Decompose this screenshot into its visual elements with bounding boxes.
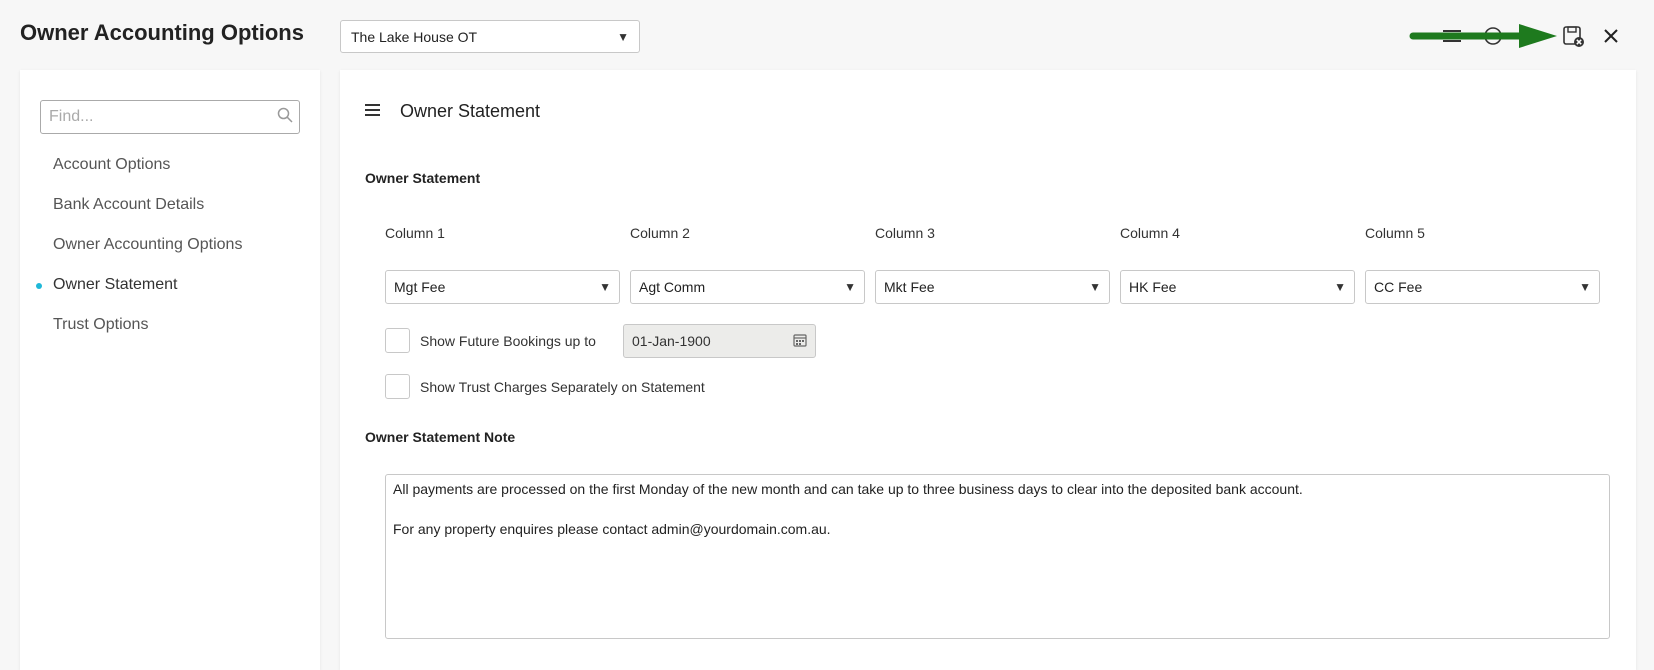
sidebar-item-trust-options[interactable]: Trust Options <box>53 316 148 334</box>
owner-statement-note-textarea[interactable]: All payments are processed on the first … <box>385 474 1610 639</box>
column-5-label: Column 5 <box>1365 225 1425 241</box>
chevron-down-icon: ▼ <box>1579 280 1591 294</box>
owner-statement-note-heading: Owner Statement Note <box>365 429 516 445</box>
sidebar-item-account-options[interactable]: Account Options <box>53 156 170 174</box>
owner-statement-heading: Owner Statement <box>365 170 481 186</box>
section-title: Owner Statement <box>400 101 541 121</box>
trust-charges-label: Show Trust Charges Separately on Stateme… <box>420 379 705 395</box>
chevron-down-icon: ▼ <box>844 280 856 294</box>
column-4-label: Column 4 <box>1120 225 1180 241</box>
search-icon <box>277 107 293 128</box>
chevron-down-icon: ▼ <box>1089 280 1101 294</box>
future-bookings-date-value: 01-Jan-1900 <box>632 333 711 349</box>
note-line: For any property enquires please contact… <box>393 521 831 537</box>
property-select[interactable]: The Lake House OT ▼ <box>340 20 640 53</box>
column-1-select[interactable]: Mgt Fee ▼ <box>385 270 620 304</box>
column-3-label: Column 3 <box>875 225 935 241</box>
column-1-label: Column 1 <box>385 225 445 241</box>
future-bookings-date-field[interactable]: 01-Jan-1900 <box>623 324 816 358</box>
calendar-icon[interactable] <box>793 333 807 350</box>
column-2-value: Agt Comm <box>639 279 706 295</box>
sidebar: Account Options Bank Account Details Own… <box>20 70 320 670</box>
active-indicator-dot <box>36 283 42 289</box>
future-bookings-checkbox[interactable] <box>385 328 410 353</box>
column-2-select[interactable]: Agt Comm ▼ <box>630 270 865 304</box>
note-line <box>393 499 1602 519</box>
column-2-label: Column 2 <box>630 225 690 241</box>
main-panel: Owner Statement Owner Statement Column 1… <box>340 70 1636 670</box>
search-field[interactable] <box>40 100 300 134</box>
column-5-value: CC Fee <box>1374 279 1423 295</box>
sidebar-item-owner-accounting-options[interactable]: Owner Accounting Options <box>53 236 242 254</box>
column-5-select[interactable]: CC Fee ▼ <box>1365 270 1600 304</box>
column-4-value: HK Fee <box>1129 279 1177 295</box>
column-3-value: Mkt Fee <box>884 279 935 295</box>
note-line: All payments are processed on the first … <box>393 481 1303 497</box>
menu-icon[interactable] <box>365 103 381 122</box>
property-select-value: The Lake House OT <box>351 28 478 45</box>
trust-charges-checkbox[interactable] <box>385 374 410 399</box>
column-4-select[interactable]: HK Fee ▼ <box>1120 270 1355 304</box>
save-close-icon[interactable] <box>1558 22 1588 50</box>
column-3-select[interactable]: Mkt Fee ▼ <box>875 270 1110 304</box>
search-input[interactable] <box>47 107 277 127</box>
close-icon[interactable] <box>1596 22 1626 50</box>
page-title: Owner Accounting Options <box>20 20 304 45</box>
chevron-down-icon: ▼ <box>617 29 629 44</box>
arrow-annotation-icon <box>1409 24 1557 53</box>
sidebar-item-label: Owner Statement <box>53 276 178 293</box>
sidebar-item-bank-account-details[interactable]: Bank Account Details <box>53 196 204 214</box>
sidebar-item-owner-statement[interactable]: Owner Statement <box>36 276 178 294</box>
chevron-down-icon: ▼ <box>599 280 611 294</box>
column-1-value: Mgt Fee <box>394 279 446 295</box>
future-bookings-label: Show Future Bookings up to <box>420 333 596 349</box>
chevron-down-icon: ▼ <box>1334 280 1346 294</box>
